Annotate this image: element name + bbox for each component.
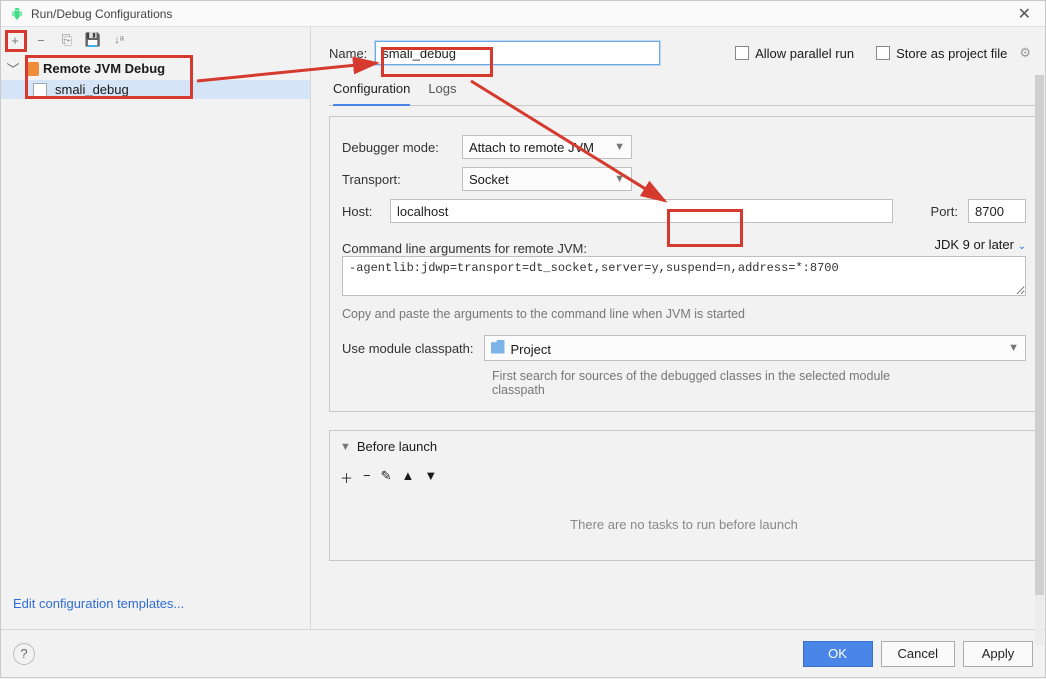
tab-configuration[interactable]: Configuration — [333, 75, 410, 106]
tree-type-label: Remote JVM Debug — [43, 61, 165, 76]
host-label: Host: — [342, 204, 380, 219]
gear-icon[interactable]: ⚙ — [1019, 45, 1031, 61]
classpath-hint: First search for sources of the debugged… — [492, 369, 922, 397]
save-config-button[interactable]: 💾 — [85, 32, 101, 48]
host-input[interactable] — [390, 199, 893, 223]
transport-combo[interactable]: Socket ▼ — [462, 167, 632, 191]
transport-label: Transport: — [342, 172, 452, 187]
chevron-down-icon: ▼ — [614, 141, 625, 153]
dialog-body: + − ⎘ 💾 ↓ᵃ ﹀ Remote JVM Debug smali_debu… — [1, 27, 1045, 629]
port-label: Port: — [931, 204, 958, 219]
tab-logs[interactable]: Logs — [428, 75, 456, 105]
cancel-button[interactable]: Cancel — [881, 641, 955, 667]
checkbox-icon — [735, 46, 749, 60]
classpath-value: Project — [511, 342, 551, 357]
config-panel: Debugger mode: Attach to remote JVM ▼ Tr… — [329, 116, 1039, 412]
expand-icon[interactable]: ﹀ — [5, 59, 21, 78]
jdk-version-link[interactable]: JDK 9 or later ⌄ — [935, 237, 1027, 252]
debugger-mode-combo[interactable]: Attach to remote JVM ▼ — [462, 135, 632, 159]
move-down-button[interactable]: ▼ — [424, 468, 437, 487]
right-panel: Name: Allow parallel run Store as projec… — [311, 27, 1045, 629]
allow-parallel-checkbox[interactable]: Allow parallel run — [735, 46, 854, 61]
config-item-icon — [33, 83, 47, 97]
cmd-args-label: Command line arguments for remote JVM: — [342, 241, 587, 256]
edit-templates-link[interactable]: Edit configuration templates... — [1, 588, 310, 619]
collapse-icon[interactable]: ▼ — [340, 441, 351, 453]
ok-button[interactable]: OK — [803, 641, 873, 667]
before-launch-title: Before launch — [357, 439, 437, 454]
left-panel: + − ⎘ 💾 ↓ᵃ ﹀ Remote JVM Debug smali_debu… — [1, 27, 311, 629]
classpath-label: Use module classpath: — [342, 341, 474, 356]
titlebar: Run/Debug Configurations ✕ — [1, 1, 1045, 27]
remote-jvm-icon — [25, 62, 39, 76]
tree-type-remote-jvm[interactable]: ﹀ Remote JVM Debug — [1, 57, 310, 80]
name-input[interactable] — [375, 41, 660, 65]
remove-config-button[interactable]: − — [33, 32, 49, 48]
transport-value: Socket — [469, 172, 509, 187]
add-task-button[interactable]: ＋ — [340, 468, 353, 487]
help-button[interactable]: ? — [13, 643, 35, 665]
config-tabs: Configuration Logs — [329, 75, 1039, 106]
port-input[interactable] — [968, 199, 1026, 223]
add-config-button[interactable]: + — [7, 32, 23, 48]
before-launch-panel: ▼ Before launch ＋ − ✎ ▲ ▼ There are no t… — [329, 430, 1039, 561]
apply-button[interactable]: Apply — [963, 641, 1033, 667]
sort-config-button[interactable]: ↓ᵃ — [111, 32, 127, 48]
move-up-button[interactable]: ▲ — [402, 468, 415, 487]
config-toolbar: + − ⎘ 💾 ↓ᵃ — [1, 27, 310, 53]
debugger-mode-value: Attach to remote JVM — [469, 140, 594, 155]
allow-parallel-label: Allow parallel run — [755, 46, 854, 61]
window-title: Run/Debug Configurations — [31, 7, 1012, 21]
chevron-down-icon: ⌄ — [1018, 241, 1026, 252]
dialog-run-debug-config: Run/Debug Configurations ✕ + − ⎘ 💾 ↓ᵃ ﹀ … — [0, 0, 1046, 678]
remove-task-button[interactable]: − — [363, 468, 371, 487]
copy-config-button[interactable]: ⎘ — [59, 32, 75, 48]
classpath-combo[interactable]: Project ▼ — [484, 335, 1026, 361]
folder-icon — [491, 340, 505, 354]
name-label: Name: — [329, 46, 367, 61]
checkbox-icon — [876, 46, 890, 60]
cmd-hint: Copy and paste the arguments to the comm… — [342, 307, 1026, 321]
close-icon[interactable]: ✕ — [1012, 4, 1037, 24]
store-project-checkbox[interactable]: Store as project file — [876, 46, 1007, 61]
scrollbar-thumb[interactable] — [1035, 75, 1044, 595]
android-icon — [9, 6, 25, 22]
tree-config-smali-debug[interactable]: smali_debug — [1, 80, 310, 99]
cmd-args-box[interactable]: -agentlib:jdwp=transport=dt_socket,serve… — [342, 256, 1026, 296]
edit-task-button[interactable]: ✎ — [381, 468, 392, 487]
config-tree: ﹀ Remote JVM Debug smali_debug — [1, 53, 310, 103]
before-launch-empty: There are no tasks to run before launch — [340, 489, 1028, 560]
tree-config-label: smali_debug — [55, 82, 129, 97]
chevron-down-icon: ▼ — [614, 173, 625, 185]
chevron-down-icon: ▼ — [1008, 342, 1019, 354]
debugger-mode-label: Debugger mode: — [342, 140, 452, 155]
dialog-footer: ? OK Cancel Apply — [1, 629, 1045, 677]
store-project-label: Store as project file — [896, 46, 1007, 61]
